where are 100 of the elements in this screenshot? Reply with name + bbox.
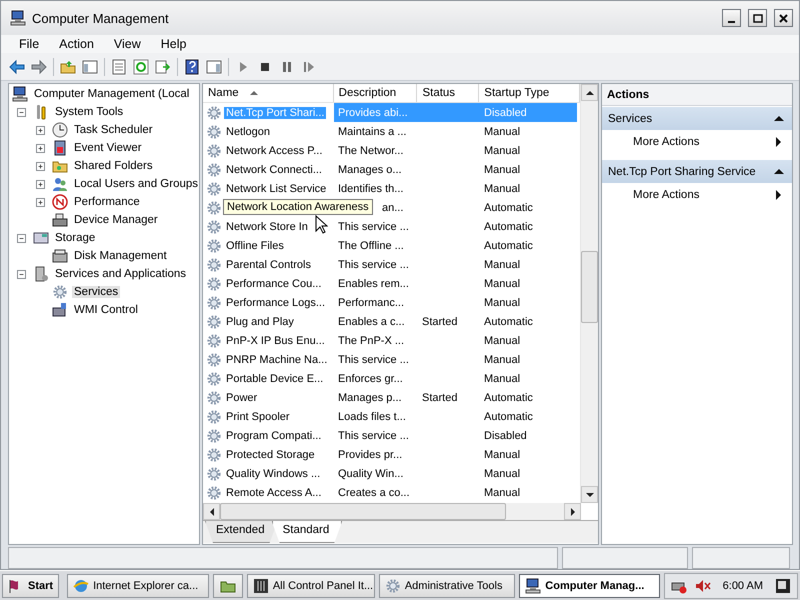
properties-icon[interactable]	[111, 58, 127, 74]
service-name[interactable]: Performance Cou...	[224, 278, 324, 290]
panel-title: Actions	[602, 84, 792, 106]
service-name[interactable]: Print Spooler	[224, 410, 292, 422]
service-name[interactable]: Parental Controls	[224, 258, 313, 270]
section-title: Services	[608, 112, 652, 124]
gear-icon	[206, 142, 222, 158]
panel-icon[interactable]	[206, 58, 222, 74]
service-name[interactable]: PnP-X IP Bus Enu...	[224, 334, 327, 346]
view-tab[interactable]: Standard	[272, 521, 342, 543]
tree-item[interactable]: Services and Applications	[53, 268, 188, 280]
maximize-button[interactable]	[748, 9, 767, 27]
expand-icon[interactable]	[36, 162, 45, 170]
service-name[interactable]: Network Access P...	[224, 144, 324, 156]
vertical-scrollbar[interactable]	[580, 84, 598, 503]
table-cell: Automatic	[484, 392, 533, 404]
forward-icon[interactable]	[31, 58, 47, 74]
table-cell: Disabled	[484, 430, 527, 442]
menu-item[interactable]: Action	[49, 37, 104, 51]
action-section-header[interactable]: Services	[602, 107, 792, 130]
scrollbar-thumb[interactable]	[581, 251, 598, 323]
tree-item[interactable]: Disk Management	[72, 250, 169, 262]
tree-item[interactable]: Storage	[53, 232, 98, 244]
gear-icon	[206, 124, 222, 140]
table-cell: Quality Win...	[338, 468, 404, 480]
collapse-icon[interactable]	[17, 270, 26, 278]
service-name[interactable]: Portable Device E...	[224, 372, 326, 384]
table-cell: This service ...	[338, 354, 409, 366]
export-icon[interactable]	[155, 58, 171, 74]
collapse-icon[interactable]	[17, 234, 26, 242]
gear-icon	[206, 218, 222, 234]
help-icon[interactable]	[184, 58, 200, 74]
gear-icon	[206, 256, 222, 272]
table-cell: Started	[422, 392, 458, 404]
folder-up-icon[interactable]	[60, 58, 76, 74]
disk-icon	[52, 248, 68, 264]
tree-item[interactable]: Device Manager	[72, 214, 160, 226]
taskbar-button[interactable]: Internet Explorer ca...	[67, 574, 210, 598]
menu-item[interactable]: File	[9, 37, 50, 51]
menu-item[interactable]: View	[104, 37, 151, 51]
table-cell: Enforces gr...	[338, 372, 403, 384]
tree-item[interactable]: System Tools	[53, 106, 126, 118]
service-name[interactable]: Quality Windows ...	[224, 468, 322, 480]
expand-icon[interactable]	[36, 144, 45, 152]
service-name[interactable]: Protected Storage	[224, 448, 317, 460]
taskbar-button[interactable]: Administrative Tools	[378, 574, 516, 598]
tree-item[interactable]: Computer Management (Local	[32, 88, 192, 100]
menu-item[interactable]: Help	[150, 37, 196, 51]
action-link[interactable]: More Actions	[633, 188, 700, 200]
gear-icon	[206, 200, 222, 216]
tree-item[interactable]: Event Viewer	[72, 142, 144, 154]
panel-icon[interactable]	[82, 58, 98, 74]
tree-item[interactable]: Shared Folders	[72, 160, 155, 172]
service-name[interactable]: Program Compati...	[224, 430, 324, 442]
printer-icon	[52, 212, 68, 228]
start-button[interactable]: Start	[2, 574, 60, 598]
service-name[interactable]: Performance Logs...	[224, 296, 328, 308]
action-link[interactable]: More Actions	[633, 136, 700, 148]
close-button[interactable]	[774, 9, 793, 27]
table-cell: The Offline ...	[338, 240, 404, 252]
taskbar-button[interactable]: Computer Manag...	[519, 574, 660, 598]
gear-icon	[206, 332, 222, 348]
back-icon[interactable]	[9, 58, 25, 74]
minimize-button[interactable]	[722, 9, 741, 27]
table-cell: Manual	[484, 372, 520, 384]
action-section-header[interactable]: Net.Tcp Port Sharing Service	[602, 160, 792, 183]
table-cell: Manages p...	[338, 392, 402, 404]
service-name[interactable]: Network Store In	[224, 220, 310, 232]
expand-icon[interactable]	[36, 180, 45, 188]
tree-item[interactable]: Services	[72, 286, 120, 298]
tree-item[interactable]: WMI Control	[72, 304, 140, 316]
service-name[interactable]: Plug and Play	[224, 316, 296, 328]
refresh-icon[interactable]	[133, 58, 149, 74]
gear-icon	[206, 408, 222, 424]
scrollbar-thumb[interactable]	[220, 503, 506, 520]
table-cell: Provides abi...	[338, 106, 408, 118]
service-name[interactable]: Offline Files	[224, 240, 286, 252]
service-name[interactable]: Power	[224, 392, 260, 404]
service-name[interactable]: Netlogon	[224, 126, 272, 138]
table-cell: Manual	[484, 334, 520, 346]
service-name[interactable]: PNRP Machine Na...	[224, 354, 330, 366]
service-name[interactable]: Remote Access A...	[224, 486, 324, 498]
tree-item[interactable]: Task Scheduler	[72, 124, 155, 136]
horizontal-scrollbar[interactable]	[203, 503, 581, 520]
taskbar-button[interactable]	[213, 574, 243, 598]
table-cell: Manual	[484, 126, 520, 138]
mouse-pointer-icon	[315, 215, 328, 234]
column-header[interactable]: Description	[334, 84, 418, 102]
gear-icon	[206, 390, 222, 406]
service-name[interactable]: Network Connecti...	[224, 164, 324, 176]
column-header[interactable]: Name	[203, 84, 334, 102]
tree-item[interactable]: Performance	[72, 196, 142, 208]
clock[interactable]: 6:00 AM	[718, 580, 767, 592]
expand-icon[interactable]	[36, 198, 45, 206]
expand-icon[interactable]	[36, 126, 45, 134]
tree-item[interactable]: Local Users and Groups	[72, 178, 199, 190]
taskbar-button[interactable]: All Control Panel It...	[246, 574, 375, 598]
column-header[interactable]: Status	[417, 84, 480, 102]
collapse-icon[interactable]	[17, 108, 26, 116]
service-name[interactable]: Network List Service	[224, 182, 328, 194]
